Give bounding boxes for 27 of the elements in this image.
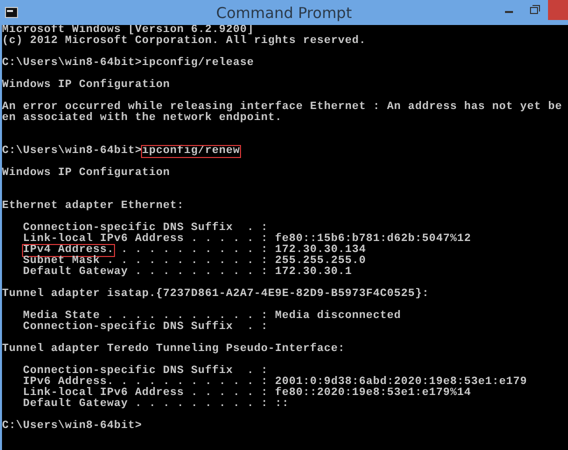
console-line: Link-local IPv6 Address . . . . . : fe80::2020:19e8:53e1:e179%14 xyxy=(23,387,472,399)
console-line: Connection-specific DNS Suffix . : xyxy=(23,222,268,234)
console-line: (c) 2012 Microsoft Corporation. All rights reserved. xyxy=(2,35,366,47)
console-line: IPv6 Address. . . . . . . . . . . : 2001:0:9d38:6abd:2020:19e8:53e1:e179 xyxy=(23,376,528,388)
console-line: Default Gateway . . . . . . . . . : :: xyxy=(23,398,290,410)
console-line: Media State . . . . . . . . . . . : Media disconnected xyxy=(23,310,402,322)
highlighted-text: ipconfig/renew xyxy=(142,146,240,157)
console-line: Subnet Mask . . . . . . . . . . . : 255.255.255.0 xyxy=(23,255,366,267)
console-line: Tunnel adapter isatap.{7237D861-A2A7-4E9E-82D9-B5973F4C0525}: xyxy=(2,288,430,300)
console-line: Link-local IPv6 Address . . . . . : fe80::15b6:b781:d62b:5047%12 xyxy=(23,233,472,245)
console-line: Ethernet adapter Ethernet: xyxy=(2,200,184,212)
console-text: . . . . . . . . . . : 172.30.30.134 xyxy=(120,244,366,256)
console-line: Default Gateway . . . . . . . . . : 172.30.30.1 xyxy=(23,266,352,278)
console-line: C:\Users\win8-64bit> xyxy=(2,420,142,432)
console-line: Tunnel adapter Teredo Tunneling Pseudo-Interface: xyxy=(2,343,346,355)
console-line: Windows IP Configuration xyxy=(2,79,170,91)
console-line: An error occurred while releasing interface Ethernet : An address has not yet be xyxy=(2,101,562,113)
console-line: Connection-specific DNS Suffix . : xyxy=(23,365,268,377)
console-line: C:\Users\win8-64bit>ipconfig/release xyxy=(2,57,254,69)
console-line: Microsoft Windows [Version 6.2.9200] xyxy=(2,24,254,36)
window-title: Command Prompt xyxy=(215,4,353,22)
console-line: Windows IP Configuration xyxy=(2,167,170,179)
console-line: Connection-specific DNS Suffix . : xyxy=(23,321,268,333)
console-icon xyxy=(5,7,18,18)
console-line: en associated with the network endpoint. xyxy=(2,112,282,124)
console-text: C:\Users\win8-64bit> xyxy=(2,145,142,157)
highlighted-text: IPv4 Address. xyxy=(23,245,114,256)
